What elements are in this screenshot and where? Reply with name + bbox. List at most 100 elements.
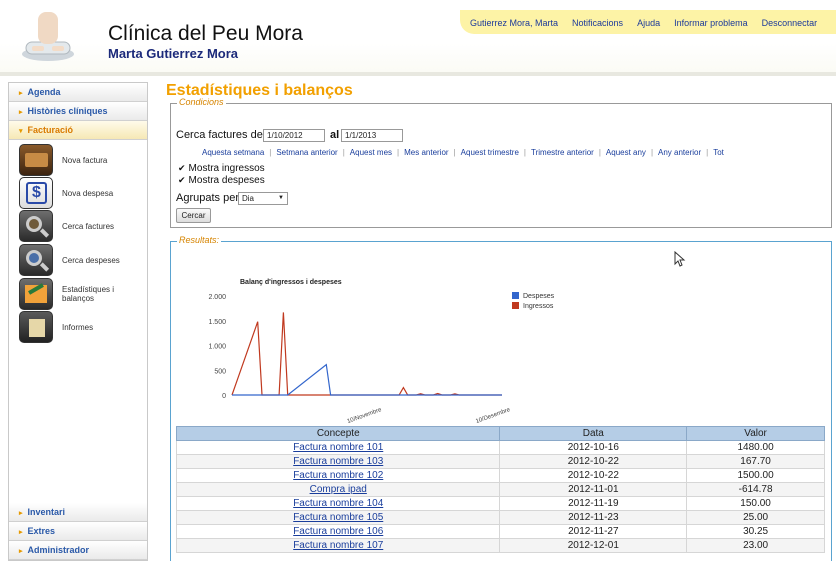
sidebar-item-label: Facturació: [27, 125, 74, 135]
concept-link[interactable]: Factura nombre 103: [175, 454, 501, 469]
search-button[interactable]: Cercar: [176, 208, 211, 223]
magnifier-blue-icon: [19, 244, 53, 276]
y-tick-label: 1.500: [208, 319, 226, 326]
quick-last-month[interactable]: Mes anterior: [404, 148, 448, 157]
sidebar-item-label: Inventari: [27, 507, 66, 517]
quick-last-quarter[interactable]: Trimestre anterior: [531, 148, 594, 157]
concept-link[interactable]: Factura nombre 105: [175, 510, 501, 525]
date-cell: 2012-10-22: [499, 454, 688, 469]
chevron-right-icon: ▸: [19, 109, 23, 116]
chart-title: Balanç d'ingressos i despeses: [240, 279, 342, 286]
sidebar-item-inventory[interactable]: ▸ Inventari: [9, 503, 147, 522]
value-cell: 1500.00: [686, 468, 825, 483]
column-header[interactable]: Valor: [686, 426, 825, 441]
group-by-select[interactable]: Dia ▼: [238, 192, 288, 205]
user-name: Marta Gutierrez Mora: [108, 46, 239, 61]
tool-reports[interactable]: Informes: [19, 310, 144, 344]
tool-search-expenses[interactable]: Cerca despeses: [19, 243, 144, 277]
legend-label-despeses: Despeses: [523, 293, 555, 300]
header-divider: [0, 72, 836, 76]
tool-label: Nova factura: [62, 155, 108, 165]
quick-last-week[interactable]: Setmana anterior: [276, 148, 337, 157]
show-income-checkbox[interactable]: ✔ Mostra ingressos: [178, 163, 265, 174]
results-legend: Resultats:: [177, 235, 222, 245]
tool-new-expense[interactable]: $ Nova despesa: [19, 176, 144, 210]
sidebar-item-billing[interactable]: ▾ Facturació: [9, 121, 147, 140]
sidebar-item-agenda[interactable]: ▸ Agenda: [9, 83, 147, 102]
separator: |: [453, 148, 456, 157]
separator: |: [269, 148, 272, 157]
legend-label-ingressos: Ingressos: [523, 303, 554, 310]
concept-link[interactable]: Factura nombre 101: [175, 440, 501, 455]
top-link-notifications[interactable]: Notificacions: [572, 18, 623, 28]
date-cell: 2012-11-27: [499, 524, 688, 539]
tool-new-invoice[interactable]: Nova factura: [19, 143, 144, 177]
value-cell: 23.00: [686, 538, 825, 553]
legend-swatch-ingressos: [512, 302, 519, 309]
date-cell: 2012-10-22: [499, 468, 688, 483]
concept-link[interactable]: Factura nombre 104: [175, 496, 501, 511]
sidebar-item-extras[interactable]: ▸ Extres: [9, 522, 147, 541]
quick-this-year[interactable]: Aquest any: [606, 148, 646, 157]
checkmark-icon: ✔: [178, 175, 186, 185]
chevron-right-icon: ▸: [19, 548, 23, 555]
quick-this-quarter[interactable]: Aquest trimestre: [461, 148, 519, 157]
sidebar: ▸ Agenda ▸ Històries clíniques ▾ Facturació…: [8, 82, 148, 561]
date-to-input[interactable]: 1/1/2013: [341, 129, 403, 142]
chevron-down-icon: ▾: [19, 128, 23, 135]
sidebar-item-label: Històries clíniques: [27, 106, 108, 116]
top-link-help[interactable]: Ajuda: [637, 18, 660, 28]
top-link-user[interactable]: Gutierrez Mora, Marta: [470, 18, 558, 28]
quick-this-month[interactable]: Aquest mes: [350, 148, 392, 157]
chevron-right-icon: ▸: [19, 510, 23, 517]
y-tick-label: 500: [214, 368, 226, 375]
top-nav-links: Gutierrez Mora, Marta Notificacions Ajud…: [470, 18, 831, 28]
concept-link[interactable]: Factura nombre 107: [175, 538, 501, 553]
date-from-input[interactable]: 1/10/2012: [263, 129, 325, 142]
show-income-label: Mostra ingressos: [188, 163, 265, 174]
table-row: Factura nombre 101 2012-10-16 1480.00: [175, 440, 825, 455]
concept-link[interactable]: Compra ipad: [175, 482, 501, 497]
tool-label: Nova despesa: [62, 188, 114, 198]
series-line-ingressos: [231, 312, 502, 396]
magnifier-icon: [19, 210, 53, 242]
column-header[interactable]: Data: [499, 426, 688, 441]
tool-statistics[interactable]: Estadístiques i balanços: [19, 277, 144, 311]
separator: |: [397, 148, 400, 157]
value-cell: 30.25: [686, 524, 825, 539]
separator: |: [706, 148, 709, 157]
quick-all[interactable]: Tot: [713, 148, 724, 157]
top-link-report-problem[interactable]: Informar problema: [674, 18, 748, 28]
chevron-right-icon: ▸: [19, 529, 23, 536]
results-table: Concepte Data Valor Factura nombre 101 20…: [175, 426, 825, 553]
chart-icon: [19, 278, 53, 310]
table-row: Factura nombre 104 2012-11-19 150.00: [175, 496, 825, 511]
separator: |: [342, 148, 345, 157]
show-expenses-checkbox[interactable]: ✔ Mostra despeses: [178, 175, 265, 186]
quick-last-year[interactable]: Any anterior: [658, 148, 701, 157]
date-cell: 2012-11-01: [499, 482, 688, 497]
y-tick-label: 1.000: [208, 344, 226, 351]
quick-this-week[interactable]: Aquesta setmana: [202, 148, 264, 157]
top-link-logout[interactable]: Desconnectar: [762, 18, 818, 28]
dropdown-arrow-icon: ▼: [278, 195, 284, 201]
column-header[interactable]: Concepte: [175, 426, 501, 441]
table-row: Factura nombre 107 2012-12-01 23.00: [175, 538, 825, 553]
sidebar-item-administrator[interactable]: ▸ Administrador: [9, 541, 147, 560]
x-tick-label: 10/Novembre: [347, 407, 384, 425]
concept-link[interactable]: Factura nombre 106: [175, 524, 501, 539]
separator: |: [598, 148, 601, 157]
table-row: Factura nombre 106 2012-11-27 30.25: [175, 524, 825, 539]
y-tick-label: 2.000: [208, 294, 226, 301]
sidebar-item-clinical-histories[interactable]: ▸ Històries clíniques: [9, 102, 147, 121]
sidebar-item-label: Administrador: [27, 545, 90, 555]
date-cell: 2012-11-23: [499, 510, 688, 525]
table-row: Factura nombre 103 2012-10-22 167.70: [175, 454, 825, 469]
chevron-right-icon: ▸: [19, 90, 23, 97]
concept-link[interactable]: Factura nombre 102: [175, 468, 501, 483]
tool-search-invoices[interactable]: Cerca factures: [19, 209, 144, 243]
series-line-despeses: [232, 363, 502, 396]
value-cell: 1480.00: [686, 440, 825, 455]
date-cell: 2012-10-16: [499, 440, 688, 455]
scale-logo-icon: [22, 12, 74, 61]
